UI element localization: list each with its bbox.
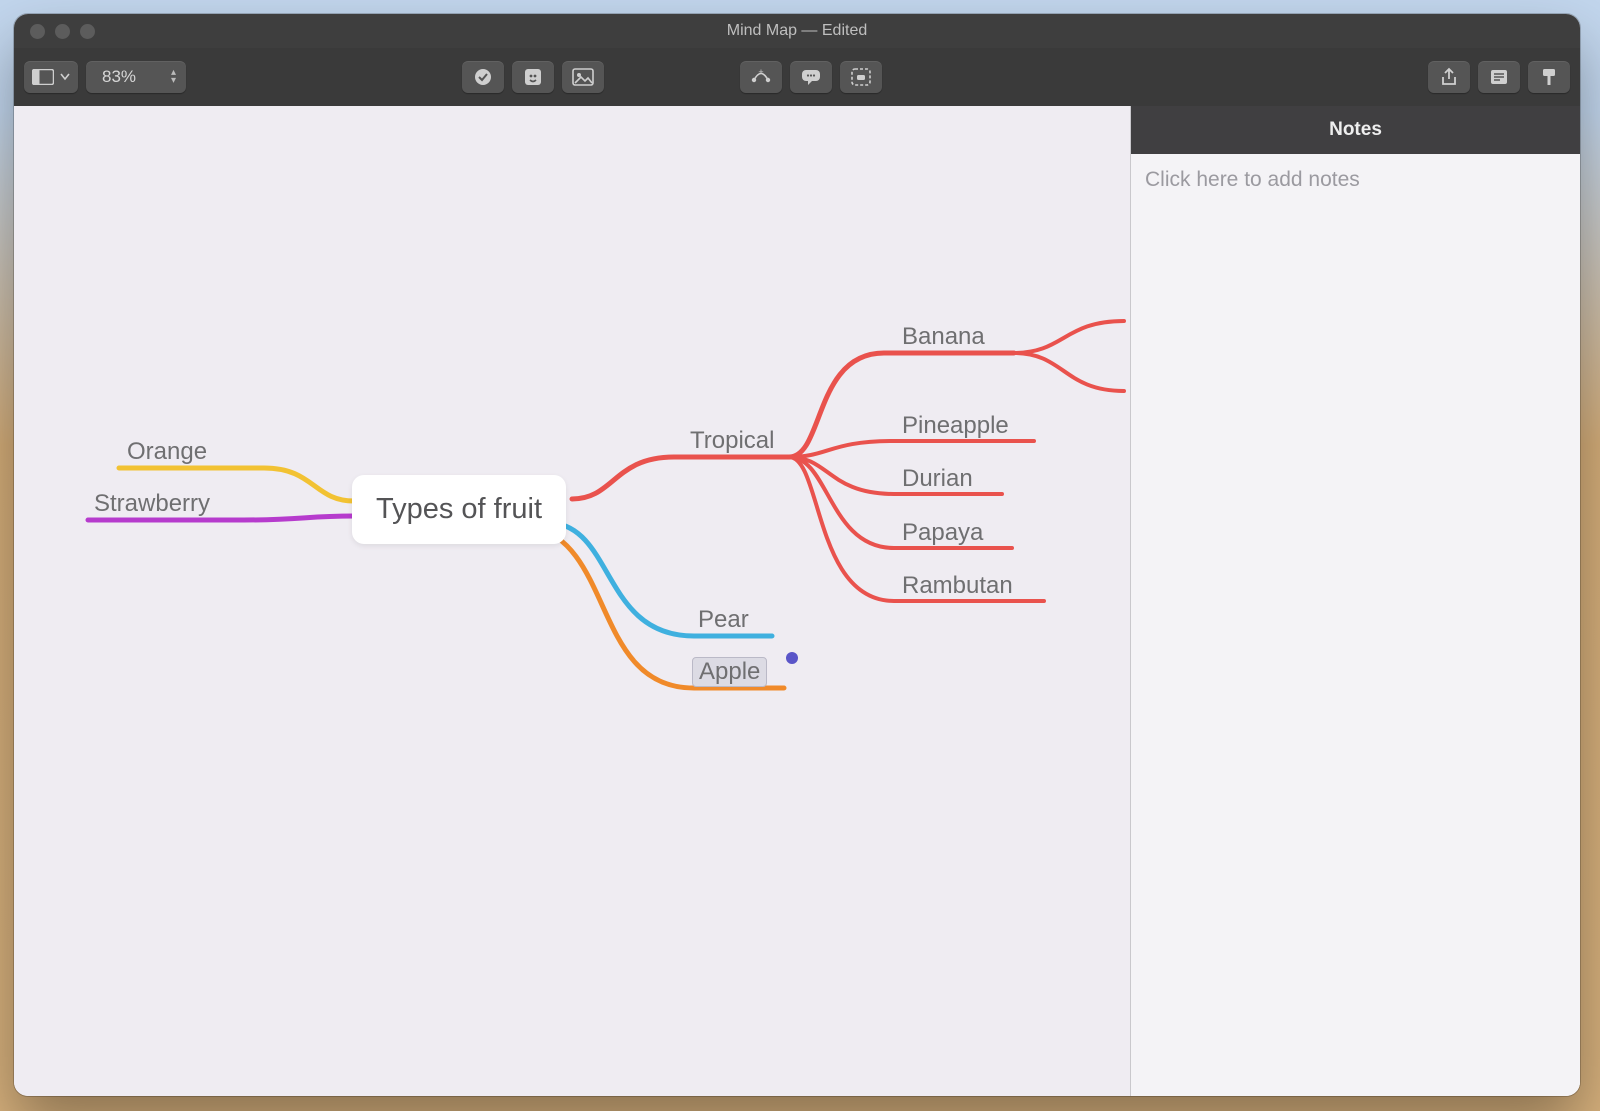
notes-panel-button[interactable] (1478, 61, 1520, 93)
node-strawberry[interactable]: Strawberry (94, 490, 210, 518)
node-orange[interactable]: Orange (127, 438, 207, 466)
node-label: Papaya (902, 519, 983, 546)
image-icon (572, 68, 594, 86)
boundary-button[interactable] (840, 61, 882, 93)
node-pear[interactable]: Pear (698, 606, 749, 634)
traffic-lights (30, 24, 95, 39)
root-node-label: Types of fruit (376, 493, 542, 525)
note-indicator-icon[interactable] (786, 652, 798, 664)
toolbar: 83% ▴▾ (14, 48, 1580, 106)
image-button[interactable] (562, 61, 604, 93)
node-label: Pineapple (902, 412, 1009, 439)
notes-input[interactable]: Click here to add notes (1131, 154, 1580, 1096)
boundary-icon (850, 67, 872, 87)
node-label: Durian (902, 465, 973, 492)
notes-panel: Notes Click here to add notes (1130, 106, 1580, 1096)
node-rambutan[interactable]: Rambutan (902, 572, 1013, 600)
view-mode-button[interactable] (24, 61, 78, 93)
app-window: Mind Map — Edited 83% ▴▾ (14, 14, 1580, 1096)
node-pineapple[interactable]: Pineapple (902, 412, 1009, 440)
mindmap-canvas[interactable]: Types of fruit Orange Strawberry Tropica… (14, 106, 1130, 1096)
node-durian[interactable]: Durian (902, 465, 973, 493)
connection-icon: + (749, 69, 773, 85)
notes-placeholder: Click here to add notes (1145, 168, 1360, 191)
node-banana[interactable]: Banana (902, 323, 985, 351)
zoom-stepper[interactable]: 83% ▴▾ (86, 61, 186, 93)
titlebar: Mind Map — Edited (14, 14, 1580, 48)
toolbar-group-insert (462, 61, 604, 93)
note-button[interactable] (790, 61, 832, 93)
fullscreen-icon[interactable] (80, 24, 95, 39)
node-label: Strawberry (94, 490, 210, 517)
node-label: Orange (127, 438, 207, 465)
minimize-icon[interactable] (55, 24, 70, 39)
share-icon (1440, 67, 1458, 87)
toolbar-group-right (1428, 61, 1570, 93)
paintbrush-icon (1540, 67, 1558, 87)
svg-text:+: + (758, 69, 763, 77)
toolbar-group-connect: + (740, 61, 882, 93)
node-label: Apple (699, 658, 760, 685)
node-papaya[interactable]: Papaya (902, 519, 983, 547)
node-apple[interactable]: Apple (692, 657, 767, 687)
share-button[interactable] (1428, 61, 1470, 93)
window-title: Mind Map — Edited (727, 22, 868, 40)
node-label: Tropical (690, 427, 774, 454)
close-icon[interactable] (30, 24, 45, 39)
node-tropical[interactable]: Tropical (690, 427, 774, 455)
sticker-button[interactable] (512, 61, 554, 93)
node-label: Banana (902, 323, 985, 350)
root-node[interactable]: Types of fruit (352, 475, 566, 544)
stepper-arrows-icon: ▴▾ (171, 69, 176, 85)
smiley-icon (523, 67, 543, 87)
speech-bubble-icon (800, 68, 822, 86)
notes-icon (1489, 68, 1509, 86)
zoom-value: 83% (102, 67, 136, 87)
notes-panel-title: Notes (1131, 106, 1580, 154)
format-button[interactable] (1528, 61, 1570, 93)
content-area: Types of fruit Orange Strawberry Tropica… (14, 106, 1580, 1096)
task-button[interactable] (462, 61, 504, 93)
checkmark-circle-icon (473, 67, 493, 87)
layout-icon (32, 69, 54, 85)
branch-lines (14, 106, 1130, 1096)
connection-button[interactable]: + (740, 61, 782, 93)
node-label: Rambutan (902, 572, 1013, 599)
node-label: Pear (698, 606, 749, 633)
chevron-down-icon (60, 73, 70, 81)
